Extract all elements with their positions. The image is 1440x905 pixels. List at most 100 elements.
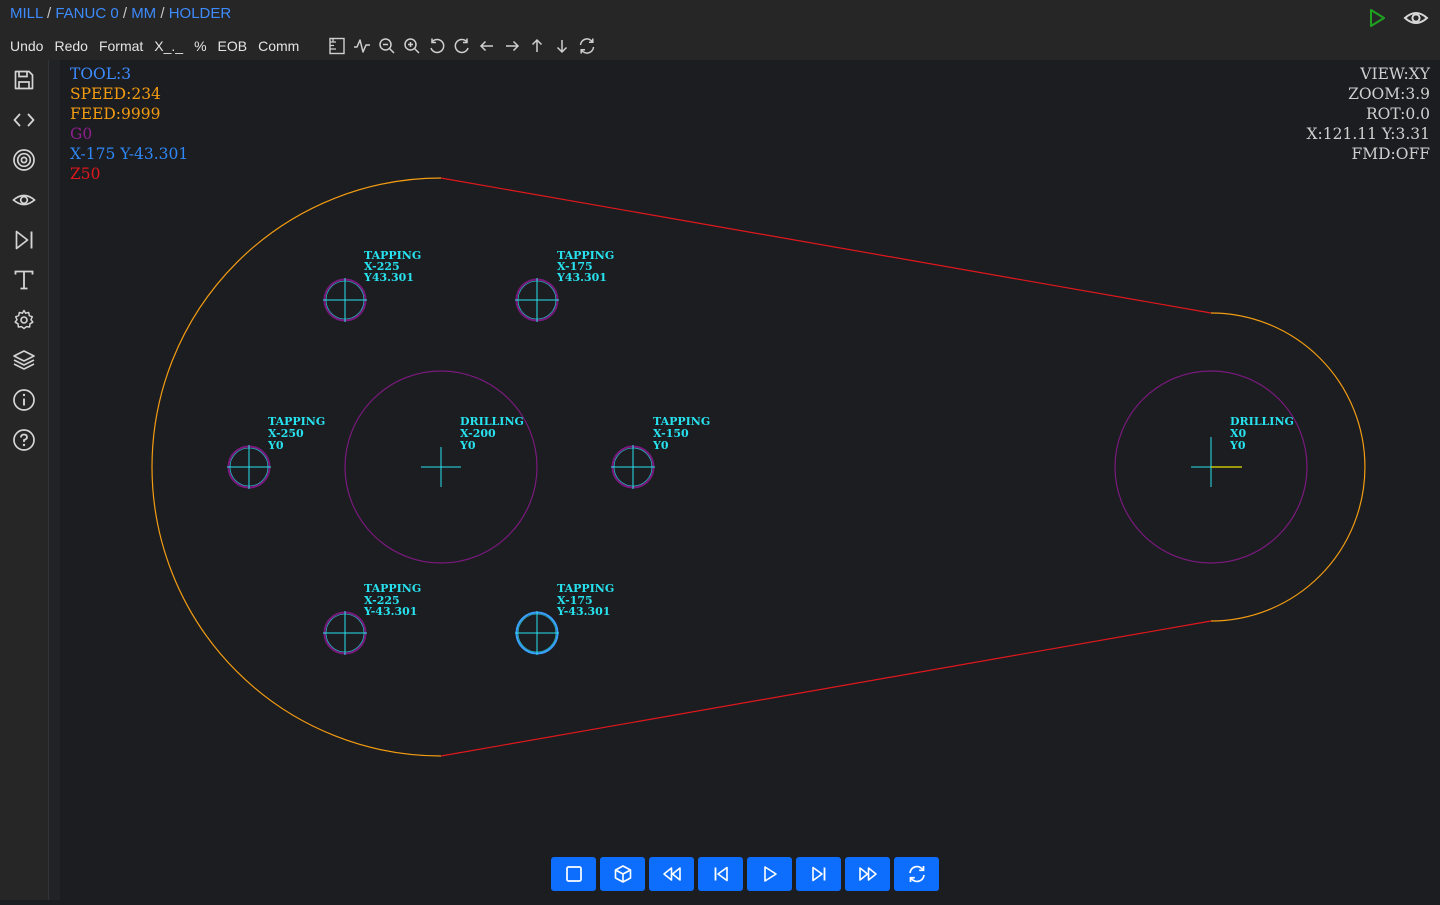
svg-text:Y0: Y0 (459, 439, 476, 452)
skip-end-icon[interactable] (12, 228, 36, 252)
percent-button[interactable]: % (194, 37, 206, 55)
redo-button[interactable]: Redo (54, 37, 87, 55)
speed-readout: SPEED:234 (70, 85, 161, 103)
svg-text:Y43.301: Y43.301 (556, 271, 607, 284)
rotate-left-icon[interactable] (424, 37, 449, 55)
arrow-left-icon[interactable] (474, 37, 499, 55)
eye-icon (1403, 12, 1429, 24)
rotation-readout: ROT:0.0 (1365, 105, 1430, 123)
zoom-out-icon[interactable] (374, 37, 399, 55)
hole-label: TAPPING X-150 Y0 (652, 415, 710, 452)
gcode-readout: G0 (70, 125, 93, 143)
layers-icon[interactable] (12, 348, 36, 372)
step-back-icon (714, 866, 728, 882)
cube-icon (614, 865, 631, 883)
play-icon (1370, 9, 1385, 27)
info-icon[interactable] (12, 388, 36, 412)
breadcrumb-mill[interactable]: MILL (10, 5, 43, 22)
crosshair (1191, 437, 1212, 487)
hole-label: DRILLING X0 Y0 (1229, 415, 1294, 452)
save-icon[interactable] (12, 68, 36, 92)
toolpath-drawing: TAPPING X-225 Y43.301 TAPPING X-175 Y43.… (151, 177, 1366, 757)
tap-hole (611, 445, 655, 489)
code-icon[interactable] (12, 108, 36, 132)
toolpath-canvas[interactable]: TAPPING X-225 Y43.301 TAPPING X-175 Y43.… (60, 60, 1440, 900)
format-button[interactable]: Format (99, 37, 143, 55)
feed-readout: FEED:9999 (70, 105, 161, 123)
tap-hole (323, 278, 367, 322)
fast-forward-button[interactable] (845, 857, 890, 891)
refresh-icon[interactable] (574, 37, 599, 55)
waveform-icon[interactable] (349, 37, 374, 55)
arrow-down-icon[interactable] (549, 37, 574, 55)
tool-readout: TOOL:3 (70, 65, 132, 83)
eye-icon[interactable] (12, 188, 36, 212)
zoom-in-icon[interactable] (399, 37, 424, 55)
svg-text:Y-43.301: Y-43.301 (556, 605, 610, 618)
tap-hole (227, 445, 271, 489)
fast-forward-icon (858, 867, 877, 881)
hole-label: DRILLING X-200 Y0 (459, 415, 524, 452)
text-icon[interactable] (12, 268, 36, 292)
fmd-readout: FMD:OFF (1351, 145, 1431, 163)
tap-hole (323, 611, 367, 655)
tap-hole (515, 278, 559, 322)
rotate-right-icon[interactable] (449, 37, 474, 55)
stop-button[interactable] (551, 857, 596, 891)
step-forward-button[interactable] (796, 857, 841, 891)
breadcrumb-separator: / (160, 5, 169, 22)
breadcrumb-separator: / (122, 5, 132, 22)
svg-text:Y0: Y0 (652, 439, 669, 452)
breadcrumb-units[interactable]: MM (131, 5, 156, 22)
breadcrumb: MILL / FANUC 0 / MM / HOLDER (10, 5, 231, 22)
breadcrumb-file[interactable]: HOLDER (169, 5, 232, 22)
view-readout: VIEW:XY (1360, 65, 1430, 83)
sidebar-gutter (49, 60, 60, 900)
play-button[interactable] (747, 857, 792, 891)
step-back-button[interactable] (698, 857, 743, 891)
crosshair (421, 447, 461, 487)
sidebar (0, 60, 49, 900)
position-readout: X-175 Y-43.301 (70, 145, 189, 163)
arrow-up-icon[interactable] (524, 37, 549, 55)
svg-text:Y-43.301: Y-43.301 (363, 605, 417, 618)
loop-icon (908, 865, 925, 883)
hole-label: TAPPING X-175 Y-43.301 (556, 582, 614, 618)
stop-icon (565, 866, 582, 882)
playback-controls (551, 857, 939, 891)
play-icon (763, 866, 777, 882)
hole-label: TAPPING X-225 Y-43.301 (363, 582, 421, 618)
hole-label: TAPPING X-250 Y0 (267, 415, 325, 452)
zoom-readout: ZOOM:3.9 (1348, 85, 1430, 103)
help-icon[interactable] (12, 428, 36, 452)
hole-label: TAPPING X-175 Y43.301 (556, 249, 614, 284)
svg-text:Y0: Y0 (1229, 439, 1246, 452)
step-forward-icon (811, 866, 825, 882)
preview-button[interactable] (1402, 6, 1430, 30)
toolbar-icons (324, 37, 599, 55)
machine-status: TOOL:3 SPEED:234 FEED:9999 G0 X-175 Y-43… (70, 64, 188, 184)
arrow-right-icon[interactable] (499, 37, 524, 55)
top-bar: MILL / FANUC 0 / MM / HOLDER Undo Redo F… (0, 0, 1440, 60)
ruler-icon[interactable] (324, 37, 349, 55)
view-status: VIEW:XY ZOOM:3.9 ROT:0.0 X:121.11 Y:3.31… (1307, 64, 1430, 164)
comment-button[interactable]: Comm (258, 37, 299, 55)
gear-icon[interactable] (12, 308, 36, 332)
3d-view-button[interactable] (600, 857, 645, 891)
breadcrumb-controller[interactable]: FANUC 0 (55, 5, 118, 22)
cursor-coords: X:121.11 Y:3.31 (1306, 125, 1430, 143)
svg-text:Y43.301: Y43.301 (363, 271, 414, 284)
z-readout: Z50 (70, 165, 101, 183)
menu-bar: Undo Redo Format X_._ % EOB Comm (10, 37, 599, 55)
eob-button[interactable]: EOB (218, 37, 248, 55)
rewind-icon (662, 867, 681, 881)
loop-button[interactable] (894, 857, 939, 891)
target-icon[interactable] (12, 148, 36, 172)
decimal-format-button[interactable]: X_._ (154, 37, 183, 55)
undo-button[interactable]: Undo (10, 37, 43, 55)
rewind-button[interactable] (649, 857, 694, 891)
run-button[interactable] (1364, 6, 1390, 30)
tap-hole-active (515, 611, 559, 655)
svg-text:Y0: Y0 (267, 439, 284, 452)
hole-label: TAPPING X-225 Y43.301 (363, 249, 421, 284)
